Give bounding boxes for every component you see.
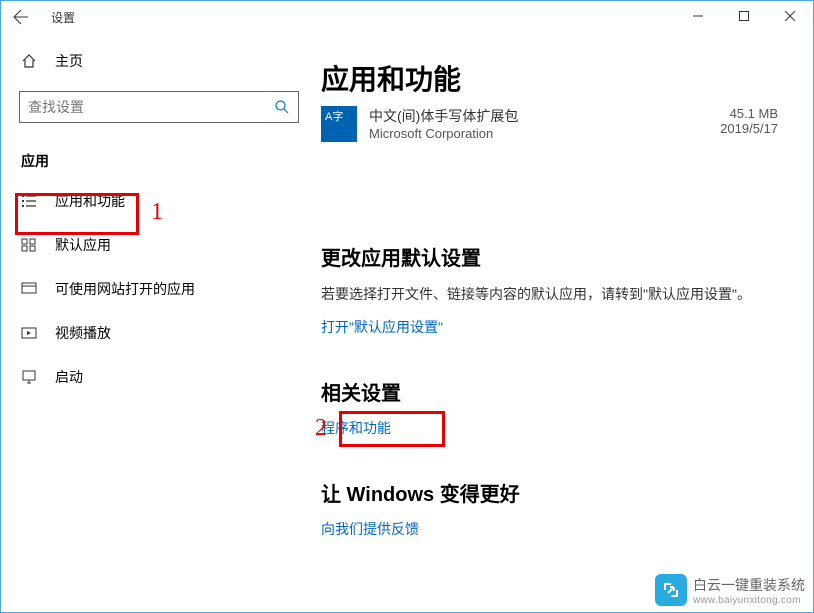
- nav-default-apps[interactable]: 默认应用: [1, 223, 321, 267]
- sidebar: 主页 应用 应用和功能 默认应用 可使用网站打开的应用: [1, 33, 321, 612]
- apps-features-icon: [21, 193, 37, 209]
- search-icon: [274, 99, 290, 115]
- back-arrow-icon: [13, 9, 29, 25]
- search-box[interactable]: [19, 91, 299, 123]
- open-default-apps-link[interactable]: 打开"默认应用设置": [321, 317, 443, 337]
- startup-icon: [21, 369, 37, 385]
- watermark-text: 白云一键重装系统: [693, 575, 805, 595]
- page-title: 应用和功能: [321, 58, 778, 98]
- section-defaults-desc: 若要选择打开文件、链接等内容的默认应用，请转到"默认应用设置"。: [321, 283, 778, 305]
- maximize-button[interactable]: [721, 1, 767, 31]
- home-button[interactable]: 主页: [1, 43, 321, 79]
- nav-label: 视频播放: [55, 323, 111, 343]
- minimize-icon: [693, 11, 703, 21]
- nav-video[interactable]: 视频播放: [1, 311, 321, 355]
- nav-label: 应用和功能: [55, 191, 125, 211]
- nav-label: 启动: [55, 367, 83, 387]
- window-title: 设置: [51, 9, 75, 26]
- titlebar: 设置: [1, 1, 813, 33]
- app-list-item[interactable]: A字 中文(间)体手写体扩展包 Microsoft Corporation 45…: [321, 106, 778, 142]
- watermark-logo-icon: [655, 574, 687, 606]
- back-button[interactable]: [9, 5, 33, 29]
- home-label: 主页: [55, 51, 83, 71]
- app-name: 中文(间)体手写体扩展包: [369, 106, 518, 126]
- video-icon: [21, 325, 37, 341]
- default-apps-icon: [21, 237, 37, 253]
- section-related-title: 相关设置: [321, 377, 778, 406]
- search-input[interactable]: [28, 99, 274, 115]
- minimize-button[interactable]: [675, 1, 721, 31]
- app-size: 45.1 MB: [720, 106, 778, 121]
- close-icon: [785, 11, 795, 21]
- programs-features-link[interactable]: 程序和功能: [321, 418, 391, 438]
- nav-apps-features[interactable]: 应用和功能: [1, 179, 321, 223]
- watermark: 白云一键重装系统 www.baiyunxitong.com: [655, 574, 805, 606]
- feedback-link[interactable]: 向我们提供反馈: [321, 519, 419, 539]
- close-button[interactable]: [767, 1, 813, 31]
- main-content: 应用和功能 A字 中文(间)体手写体扩展包 Microsoft Corporat…: [321, 33, 813, 612]
- section-feedback-title: 让 Windows 变得更好: [321, 478, 778, 507]
- section-label: 应用: [1, 135, 321, 179]
- section-defaults-title: 更改应用默认设置: [321, 242, 778, 271]
- nav-label: 可使用网站打开的应用: [55, 279, 195, 299]
- app-icon: A字: [321, 106, 357, 142]
- nav-label: 默认应用: [55, 235, 111, 255]
- app-publisher: Microsoft Corporation: [369, 126, 518, 141]
- web-apps-icon: [21, 281, 37, 297]
- maximize-icon: [739, 11, 749, 21]
- app-date: 2019/5/17: [720, 121, 778, 136]
- watermark-url: www.baiyunxitong.com: [693, 595, 805, 606]
- nav-web-apps[interactable]: 可使用网站打开的应用: [1, 267, 321, 311]
- home-icon: [21, 53, 37, 69]
- nav-startup[interactable]: 启动: [1, 355, 321, 399]
